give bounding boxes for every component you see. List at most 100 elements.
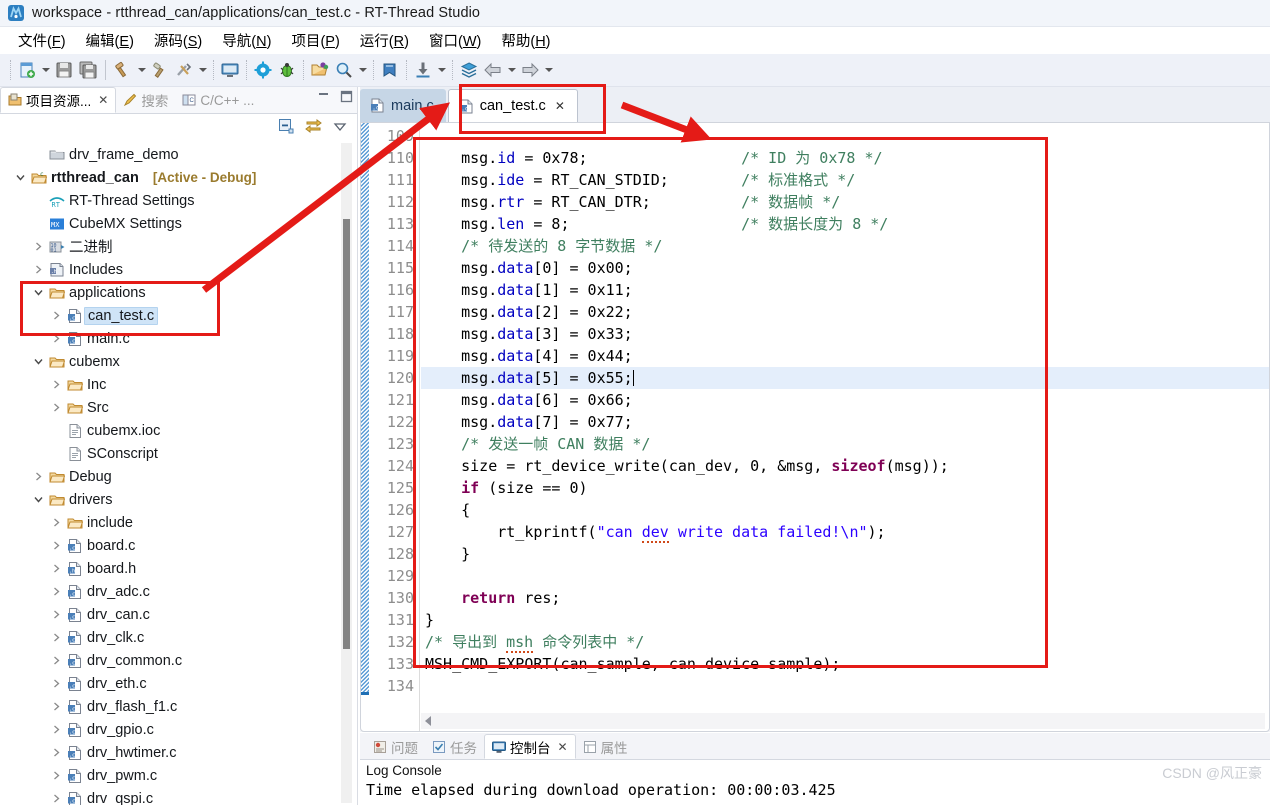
chevron-right-icon[interactable] — [48, 609, 65, 620]
tree-item-cubemx-ioc[interactable]: cubemx.ioc — [0, 419, 346, 442]
close-icon[interactable]: ✕ — [98, 94, 108, 106]
project-tree-scrollbar[interactable] — [341, 143, 352, 803]
chevron-right-icon[interactable] — [48, 793, 65, 804]
code-line[interactable]: msg.data[7] = 0x77; — [421, 411, 1269, 433]
tree-item-rt-thread-settings[interactable]: RT RT-Thread Settings — [0, 189, 346, 212]
chevron-right-icon[interactable] — [48, 540, 65, 551]
search-dropdown-arrow[interactable] — [356, 58, 369, 82]
menu-run[interactable]: 运行(R) — [350, 28, 419, 53]
chevron-right-icon[interactable] — [48, 770, 65, 781]
chevron-right-icon[interactable] — [48, 701, 65, 712]
tree-item-drv-gpio-c[interactable]: .c drv_gpio.c — [0, 718, 346, 741]
collapse-all-icon[interactable] — [278, 118, 294, 137]
debug-bug-icon[interactable] — [275, 58, 299, 82]
new-file-icon[interactable] — [15, 58, 39, 82]
tab-tasks[interactable]: 任务 — [425, 734, 484, 759]
menu-file[interactable]: 文件(F) — [8, 28, 76, 53]
code-line[interactable]: msg.data[3] = 0x33; — [421, 323, 1269, 345]
code-line[interactable]: { — [421, 499, 1269, 521]
tree-item-debug[interactable]: Debug — [0, 465, 346, 488]
chevron-down-icon[interactable] — [30, 356, 47, 367]
close-icon[interactable]: ✕ — [558, 740, 568, 754]
editor-tab-main-c[interactable]: .c main.c — [360, 89, 446, 122]
code-line[interactable]: if (size == 0) — [421, 477, 1269, 499]
chevron-right-icon[interactable] — [30, 264, 47, 275]
code-line[interactable]: msg.id = 0x78; /* ID 为 0x78 */ — [421, 147, 1269, 169]
tree-item-includes[interactable]: .h Includes — [0, 258, 346, 281]
chevron-right-icon[interactable] — [30, 471, 47, 482]
chevron-right-icon[interactable] — [48, 747, 65, 758]
code-line[interactable]: return res; — [421, 587, 1269, 609]
close-icon[interactable]: ✕ — [555, 99, 565, 113]
terminal-icon[interactable] — [218, 58, 242, 82]
tab-search[interactable]: 搜索 — [116, 87, 175, 113]
tree-item-cubemx-settings[interactable]: MX CubeMX Settings — [0, 212, 346, 235]
code-line[interactable]: rt_kprintf("can dev write data failed!\n… — [421, 521, 1269, 543]
menu-edit[interactable]: 编辑(E) — [76, 28, 144, 53]
build-dropdown-arrow[interactable] — [135, 58, 148, 82]
code-line[interactable] — [421, 125, 1269, 147]
tree-item-board-c[interactable]: .c board.c — [0, 534, 346, 557]
code-line[interactable]: msg.data[2] = 0x22; — [421, 301, 1269, 323]
code-line[interactable]: size = rt_device_write(can_dev, 0, &msg,… — [421, 455, 1269, 477]
code-line[interactable]: /* 待发送的 8 字节数据 */ — [421, 235, 1269, 257]
code-line[interactable]: msg.data[1] = 0x11; — [421, 279, 1269, 301]
download-dropdown-arrow[interactable] — [435, 58, 448, 82]
menu-project[interactable]: 项目(P) — [281, 28, 349, 53]
editor-horizontal-scrollbar[interactable] — [421, 713, 1265, 729]
code-line[interactable]: msg.len = 8; /* 数据长度为 8 */ — [421, 213, 1269, 235]
tree-item-cubemx[interactable]: cubemx — [0, 350, 346, 373]
layers-icon[interactable] — [457, 58, 481, 82]
code-line[interactable]: } — [421, 609, 1269, 631]
chevron-right-icon[interactable] — [48, 310, 65, 321]
view-menu-icon[interactable] — [333, 119, 347, 136]
tab-properties[interactable]: 属性 — [576, 734, 635, 759]
tab-console[interactable]: 控制台 ✕ — [484, 734, 576, 759]
chevron-right-icon[interactable] — [48, 724, 65, 735]
tree-item-inc[interactable]: Inc — [0, 373, 346, 396]
tree-item-drv-pwm-c[interactable]: .c drv_pwm.c — [0, 764, 346, 787]
chevron-right-icon[interactable] — [48, 402, 65, 413]
tree-item-drv-can-c[interactable]: .c drv_can.c — [0, 603, 346, 626]
tree-item-drv-common-c[interactable]: .c drv_common.c — [0, 649, 346, 672]
build-hammer-icon[interactable] — [111, 58, 135, 82]
build-config-dropdown-arrow[interactable] — [196, 58, 209, 82]
project-tree[interactable]: drv_frame_demo c rtthread_can [Active - Deb… — [0, 141, 346, 805]
chevron-down-icon[interactable] — [30, 287, 47, 298]
download-icon[interactable] — [411, 58, 435, 82]
back-arrow-icon[interactable] — [481, 58, 505, 82]
chevron-right-icon[interactable] — [48, 379, 65, 390]
code-line[interactable]: /* 导出到 msh 命令列表中 */ — [421, 631, 1269, 653]
link-with-editor-icon[interactable] — [305, 118, 322, 137]
new-file-dropdown-arrow[interactable] — [39, 58, 52, 82]
tree-item-drv-adc-c[interactable]: .c drv_adc.c — [0, 580, 346, 603]
tree-item-drv-eth-c[interactable]: .c drv_eth.c — [0, 672, 346, 695]
tree-item-board-h[interactable]: .h board.h — [0, 557, 346, 580]
chevron-right-icon[interactable] — [48, 586, 65, 597]
settings-gear-icon[interactable] — [251, 58, 275, 82]
chevron-down-icon[interactable] — [12, 172, 29, 183]
open-resource-icon[interactable] — [308, 58, 332, 82]
search-icon[interactable] — [332, 58, 356, 82]
code-line[interactable]: msg.data[5] = 0x55; — [421, 367, 1269, 389]
code-line[interactable] — [421, 675, 1269, 697]
code-line[interactable] — [421, 565, 1269, 587]
chevron-down-icon[interactable] — [30, 494, 47, 505]
maximize-icon[interactable] — [340, 90, 353, 106]
code-line[interactable]: MSH_CMD_EXPORT(can_sample, can device sa… — [421, 653, 1269, 675]
forward-arrow-icon[interactable] — [518, 58, 542, 82]
panel-divider[interactable] — [357, 87, 358, 805]
bookmark-icon[interactable] — [378, 58, 402, 82]
clean-hammer-icon[interactable] — [148, 58, 172, 82]
menu-window[interactable]: 窗口(W) — [419, 28, 491, 53]
code-line[interactable]: msg.data[6] = 0x66; — [421, 389, 1269, 411]
tree-item--[interactable]: 10 01 二进制 — [0, 235, 346, 258]
code-line[interactable]: /* 发送一帧 CAN 数据 */ — [421, 433, 1269, 455]
chevron-right-icon[interactable] — [30, 241, 47, 252]
save-all-icon[interactable] — [76, 58, 100, 82]
code-line[interactable]: msg.ide = RT_CAN_STDID; /* 标准格式 */ — [421, 169, 1269, 191]
forward-dropdown-arrow[interactable] — [542, 58, 555, 82]
tab-problems[interactable]: 问题 — [366, 734, 425, 759]
code-line[interactable]: msg.data[0] = 0x00; — [421, 257, 1269, 279]
tree-item-drv-qspi-c[interactable]: .c drv_qspi.c — [0, 787, 346, 805]
